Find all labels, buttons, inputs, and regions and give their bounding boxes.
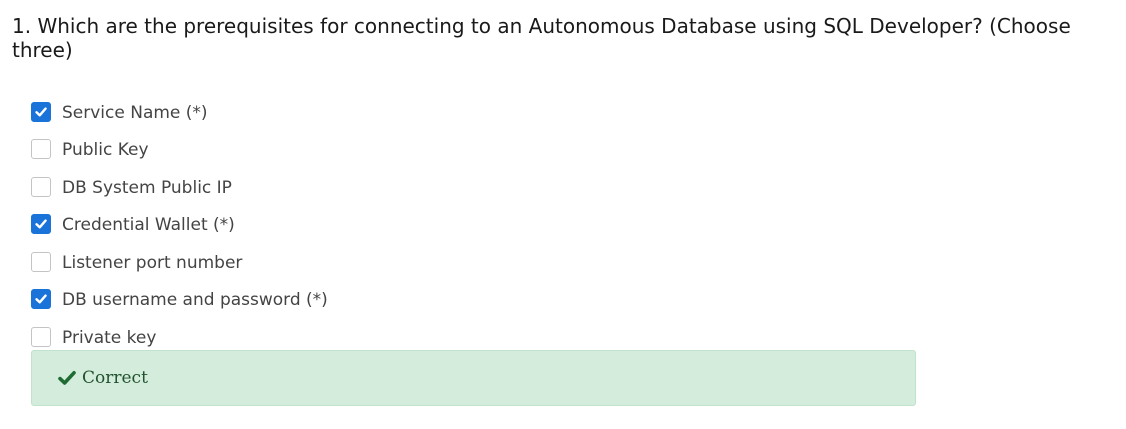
option-public-key[interactable]: Public Key: [31, 132, 891, 170]
check-icon: [35, 219, 47, 229]
option-label: Private key: [62, 327, 157, 348]
checkbox-credential-wallet[interactable]: [31, 214, 51, 235]
option-db-username-password[interactable]: DB username and password (*): [31, 282, 891, 320]
checkbox-db-username-password[interactable]: [31, 289, 51, 310]
check-icon: [58, 370, 76, 386]
answer-options-list: Service Name (*) Public Key DB System Pu…: [31, 94, 891, 357]
option-label: Credential Wallet (*): [62, 215, 235, 236]
checkbox-private-key[interactable]: [31, 326, 51, 347]
checkbox-public-key[interactable]: [31, 139, 51, 160]
checkbox-service-name[interactable]: [31, 101, 51, 122]
option-service-name[interactable]: Service Name (*): [31, 94, 891, 132]
result-text: Correct: [82, 368, 148, 388]
option-label: DB System Public IP: [62, 177, 232, 198]
check-icon: [35, 294, 47, 304]
checkbox-db-system-public-ip[interactable]: [31, 176, 51, 197]
option-credential-wallet[interactable]: Credential Wallet (*): [31, 207, 891, 245]
option-label: Public Key: [62, 140, 149, 161]
option-label: Service Name (*): [62, 102, 208, 123]
check-icon: [35, 107, 47, 117]
question-text: 1. Which are the prerequisites for conne…: [12, 14, 1071, 62]
option-label: Listener port number: [62, 252, 243, 273]
option-db-system-public-ip[interactable]: DB System Public IP: [31, 169, 891, 207]
option-listener-port-number[interactable]: Listener port number: [31, 244, 891, 282]
result-feedback-box: Correct: [31, 350, 916, 406]
checkbox-listener-port-number[interactable]: [31, 251, 51, 272]
option-label: DB username and password (*): [62, 290, 328, 311]
